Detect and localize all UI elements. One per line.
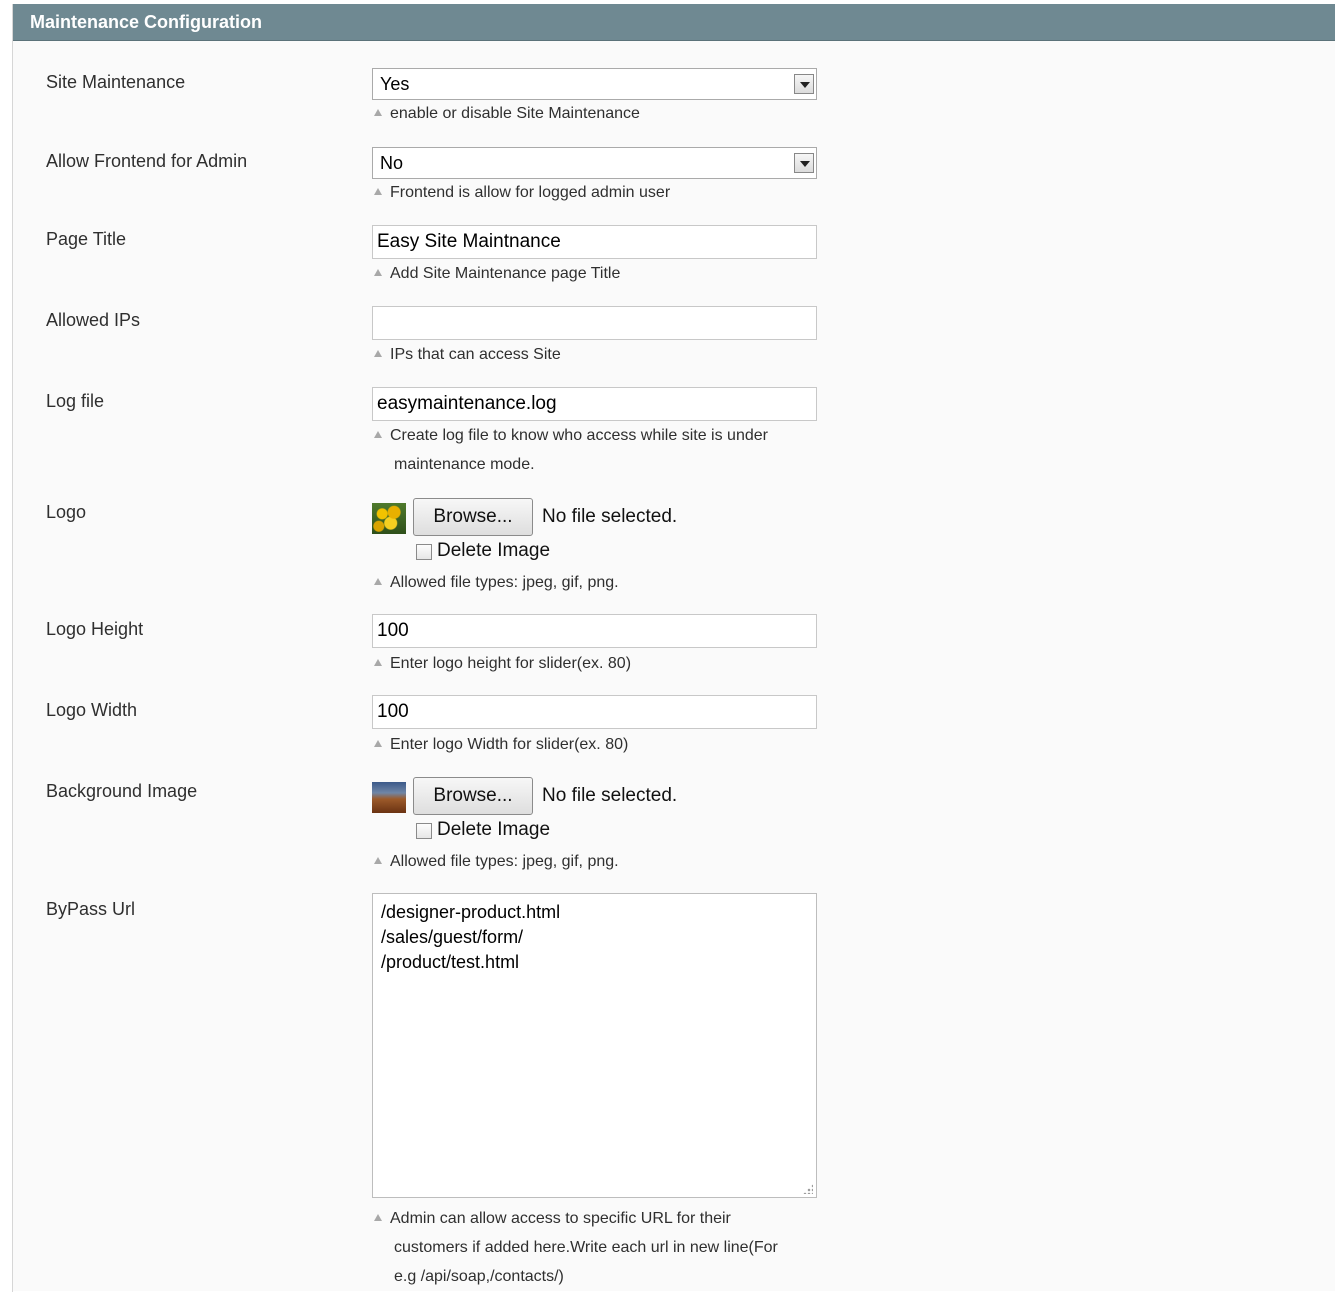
logo-delete-label[interactable]: Delete Image bbox=[437, 540, 550, 562]
log-file-input[interactable]: easymaintenance.log bbox=[372, 387, 817, 421]
section-title[interactable]: Maintenance Configuration bbox=[13, 4, 1335, 41]
logo-height-label: Logo Height bbox=[46, 619, 144, 639]
logo-file-status: No file selected. bbox=[542, 506, 678, 527]
log-file-note: Create log file to know who access while… bbox=[374, 421, 834, 479]
maintenance-configuration-section: Maintenance Configuration Site Maintenan… bbox=[12, 4, 1335, 1292]
triangle-up-icon bbox=[374, 109, 382, 116]
triangle-up-icon bbox=[374, 1214, 382, 1221]
page-title-label: Page Title bbox=[46, 229, 127, 249]
logo-delete-checkbox[interactable] bbox=[416, 544, 432, 560]
site-maintenance-label: Site Maintenance bbox=[46, 72, 186, 92]
logo-width-input[interactable]: 100 bbox=[372, 695, 817, 729]
site-maintenance-value: Yes bbox=[380, 74, 410, 94]
allowed-ips-note: IPs that can access Site bbox=[374, 340, 834, 369]
logo-width-label: Logo Width bbox=[46, 700, 138, 720]
logo-width-note: Enter logo Width for slider(ex. 80) bbox=[374, 730, 834, 759]
bypass-url-line: /designer-product.html bbox=[381, 902, 561, 922]
log-file-label: Log file bbox=[46, 391, 105, 411]
triangle-up-icon bbox=[374, 431, 382, 438]
allow-frontend-select[interactable]: No bbox=[372, 147, 817, 179]
triangle-up-icon bbox=[374, 350, 382, 357]
allowed-ips-input[interactable] bbox=[372, 306, 817, 340]
allow-frontend-value: No bbox=[380, 153, 404, 173]
logo-note: Allowed file types: jpeg, gif, png. bbox=[374, 568, 834, 597]
triangle-up-icon bbox=[374, 857, 382, 864]
triangle-up-icon bbox=[374, 269, 382, 276]
triangle-up-icon bbox=[374, 740, 382, 747]
background-image-note: Allowed file types: jpeg, gif, png. bbox=[374, 847, 834, 876]
background-browse-button[interactable]: Browse... bbox=[413, 777, 533, 815]
background-delete-label[interactable]: Delete Image bbox=[437, 819, 550, 841]
site-maintenance-note: enable or disable Site Maintenance bbox=[374, 99, 834, 128]
background-thumbnail[interactable] bbox=[372, 782, 406, 813]
background-image-label: Background Image bbox=[46, 781, 198, 801]
bypass-url-textarea[interactable]: /designer-product.html /sales/guest/form… bbox=[372, 893, 817, 1198]
triangle-up-icon bbox=[374, 659, 382, 666]
allow-frontend-note: Frontend is allow for logged admin user bbox=[374, 178, 834, 207]
bypass-url-line: /sales/guest/form/ bbox=[381, 927, 524, 947]
page-title-input[interactable]: Easy Site Maintnance bbox=[372, 225, 817, 259]
page-title-note: Add Site Maintenance page Title bbox=[374, 259, 834, 288]
background-delete-checkbox[interactable] bbox=[416, 823, 432, 839]
chevron-down-icon[interactable] bbox=[794, 153, 814, 173]
bypass-url-label: ByPass Url bbox=[46, 899, 136, 919]
section-body: Site Maintenance Yes enable or disable S… bbox=[13, 41, 1335, 1291]
chevron-down-icon[interactable] bbox=[794, 74, 814, 94]
logo-height-note: Enter logo height for slider(ex. 80) bbox=[374, 649, 834, 678]
logo-thumbnail[interactable] bbox=[372, 503, 406, 534]
bypass-url-note: Admin can allow access to specific URL f… bbox=[374, 1204, 834, 1291]
triangle-up-icon bbox=[374, 188, 382, 195]
triangle-up-icon bbox=[374, 578, 382, 585]
site-maintenance-select[interactable]: Yes bbox=[372, 68, 817, 100]
logo-browse-button[interactable]: Browse... bbox=[413, 498, 533, 536]
bypass-url-line: /product/test.html bbox=[381, 952, 520, 972]
allowed-ips-label: Allowed IPs bbox=[46, 310, 141, 330]
logo-label: Logo bbox=[46, 502, 87, 522]
background-file-status: No file selected. bbox=[542, 785, 678, 806]
allow-frontend-label: Allow Frontend for Admin bbox=[46, 151, 248, 171]
resize-grip-icon[interactable] bbox=[803, 1184, 813, 1194]
logo-height-input[interactable]: 100 bbox=[372, 614, 817, 648]
